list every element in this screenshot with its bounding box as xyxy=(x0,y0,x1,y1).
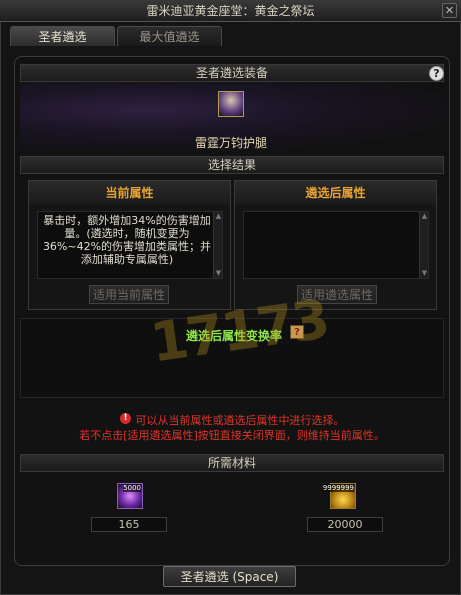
scroll-up-icon[interactable]: ▲ xyxy=(214,212,223,221)
current-attribute-textbox: 暴击时，额外增加34%的伤害增加量。(遴选时，随机变更为36%~42%的伤害增加… xyxy=(37,211,223,279)
saint-selection-button[interactable]: 圣者遴选 (Space) xyxy=(163,566,296,587)
materials-section-title: 所需材料 xyxy=(20,454,444,472)
tab-saint-selection[interactable]: 圣者遴选 xyxy=(10,26,115,46)
material-count-2: 20000 xyxy=(307,517,383,532)
leg-armor-icon[interactable] xyxy=(218,91,244,117)
gold-badge: 9999999 xyxy=(322,484,354,492)
current-attribute-scrollbar[interactable]: ▲ ▼ xyxy=(213,212,222,278)
equipment-section-title: 圣者遴选装备 xyxy=(20,64,444,82)
selected-attribute-panel: 遴选后属性 ▲ ▼ 适用遴选属性 xyxy=(234,180,437,310)
current-attribute-panel: 当前属性 暴击时，额外增加34%的伤害增加量。(遴选时，随机变更为36%~42%… xyxy=(28,180,231,310)
item-name: 雷霆万钧护腿 xyxy=(194,136,267,150)
scroll-down-icon[interactable]: ▼ xyxy=(214,269,223,278)
selected-attribute-title: 遴选后属性 xyxy=(235,181,436,205)
close-icon[interactable]: ✕ xyxy=(442,3,457,18)
warning-line-1: 可以从当前属性或遴选后属性中进行选择。 xyxy=(135,414,345,427)
help-icon[interactable]: ? xyxy=(429,66,444,81)
material-badge: 5000 xyxy=(123,484,141,492)
tab-max-selection[interactable]: 最大值遴选 xyxy=(117,26,222,46)
apply-current-button[interactable]: 适用当前属性 xyxy=(89,285,169,304)
warning-line-2: 若不点击[适用遴选属性]按钮直接关闭界面，则维持当前属性。 xyxy=(79,429,385,442)
selected-attribute-textbox: ▲ ▼ xyxy=(243,211,429,279)
result-section-title: 选择结果 xyxy=(20,156,444,174)
material-count-1: 165 xyxy=(91,517,167,532)
scroll-up-icon[interactable]: ▲ xyxy=(420,212,429,221)
window-title: 雷米迪亚黄金座堂：黄金之祭坛 xyxy=(0,0,461,22)
gold-coin-icon[interactable]: 9999999 xyxy=(322,483,356,509)
current-attribute-text: 暴击时，额外增加34%的伤害增加量。(遴选时，随机变更为36%~42%的伤害增加… xyxy=(42,214,212,266)
current-attribute-title: 当前属性 xyxy=(29,181,230,205)
purple-orb-icon[interactable]: 5000 xyxy=(117,483,143,509)
selected-attribute-scrollbar[interactable]: ▲ ▼ xyxy=(419,212,428,278)
scroll-down-icon[interactable]: ▼ xyxy=(420,269,429,278)
